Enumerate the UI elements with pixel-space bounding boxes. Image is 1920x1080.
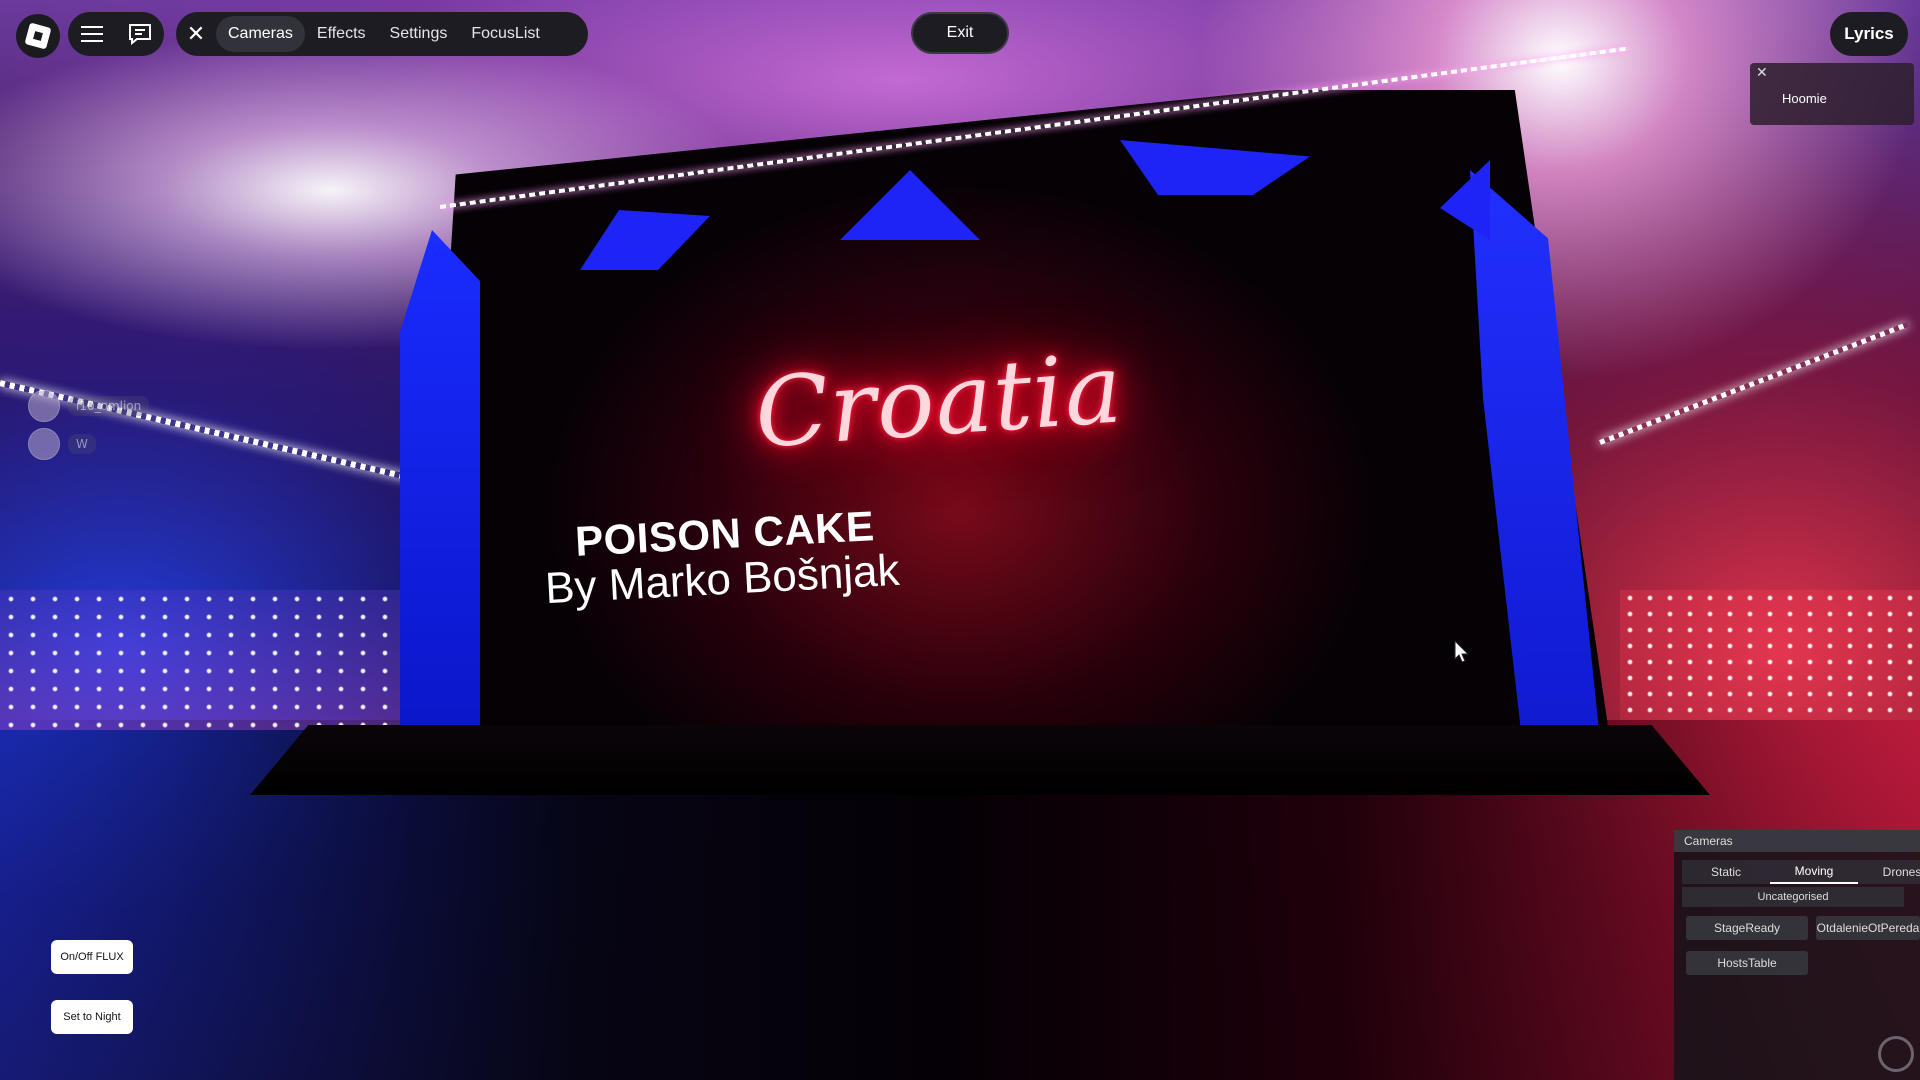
light-arc-right: [1599, 321, 1909, 445]
tab-moving[interactable]: Moving: [1770, 860, 1858, 884]
avatar: [28, 390, 60, 422]
close-tabs-button[interactable]: ✕: [176, 14, 216, 54]
close-icon[interactable]: ✕: [1756, 65, 1768, 81]
toggle-flux-button[interactable]: On/Off FLUX: [51, 940, 133, 974]
set-night-button[interactable]: Set to Night: [51, 1000, 133, 1034]
game-viewport[interactable]: Croatia POISON CAKE By Marko Bošnjak i10…: [0, 0, 1920, 1080]
cameras-tabs: Static Moving Drones: [1682, 860, 1920, 884]
crowd-left: [0, 590, 400, 730]
menu-chat-group: [68, 12, 164, 56]
roblox-logo-icon: [24, 22, 52, 50]
stage-deck: [250, 725, 1710, 795]
camera-otdalenie-button[interactable]: OtdalenieOtPereda: [1816, 916, 1920, 940]
player-tag: W: [28, 428, 96, 460]
avatar: [28, 428, 60, 460]
player-name: W: [68, 434, 96, 454]
stage-pillar-left: [400, 230, 480, 740]
hamburger-menu-icon: [81, 26, 103, 42]
lyrics-popup: ✕ Hoomie: [1750, 63, 1914, 125]
tab-focuslist[interactable]: FocusList: [459, 16, 551, 52]
tab-static[interactable]: Static: [1682, 860, 1770, 884]
crowd-right: [1620, 590, 1920, 720]
close-icon: ✕: [186, 21, 206, 47]
tab-cameras[interactable]: Cameras: [216, 16, 305, 52]
chat-button[interactable]: [122, 16, 158, 52]
tab-effects[interactable]: Effects: [305, 16, 378, 52]
lyrics-singer-name: Hoomie: [1782, 91, 1827, 106]
camera-reset-icon[interactable]: [1878, 1036, 1914, 1072]
menu-button[interactable]: [74, 16, 110, 52]
top-tab-bar: ✕ Cameras Effects Settings FocusList: [176, 12, 588, 56]
cameras-panel-title: Cameras: [1674, 830, 1920, 852]
camera-stageready-button[interactable]: StageReady: [1686, 916, 1808, 940]
exit-button[interactable]: Exit: [911, 12, 1009, 54]
camera-hoststable-button[interactable]: HostsTable: [1686, 951, 1808, 975]
lyrics-button[interactable]: Lyrics: [1830, 12, 1908, 56]
player-name: i10_omlion: [68, 396, 150, 416]
mouse-cursor-icon: [1454, 640, 1470, 663]
roblox-menu-button[interactable]: [16, 14, 60, 58]
player-tag: i10_omlion: [28, 390, 150, 422]
tab-settings[interactable]: Settings: [378, 16, 460, 52]
tab-drones[interactable]: Drones: [1858, 860, 1920, 884]
camera-section-header: Uncategorised: [1682, 887, 1904, 907]
chat-icon: [129, 24, 151, 45]
